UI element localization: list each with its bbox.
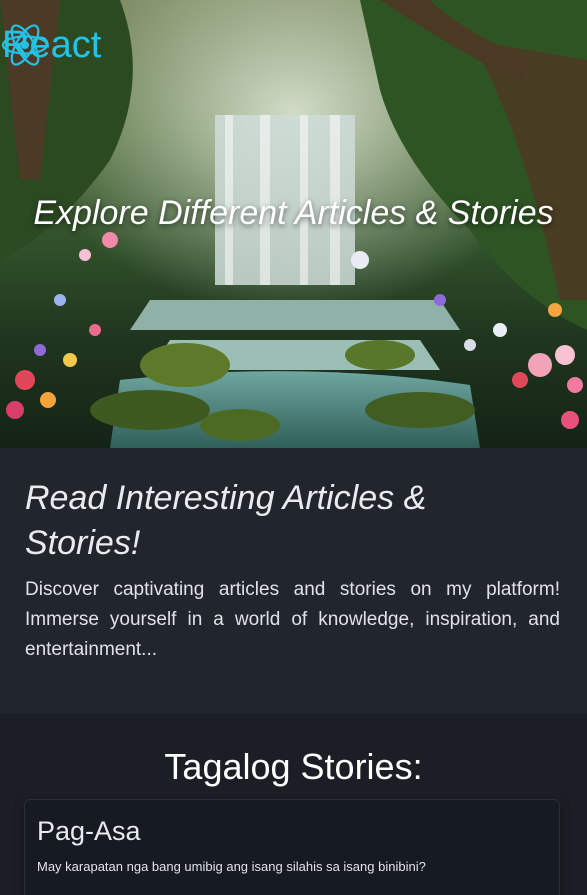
intro-section: Read Interesting Articles & Stories! Dis…: [0, 448, 587, 714]
page: React Explore Different Articles & Stori…: [0, 0, 587, 895]
section-title: Tagalog Stories:: [164, 746, 423, 787]
react-atom-icon: [1, 24, 49, 66]
intro-text: Discover captivating articles and storie…: [25, 579, 560, 660]
intro-heading: Read Interesting Articles & Stories!: [25, 479, 427, 562]
story-description: May karapatan nga bang umibig ang isang …: [37, 859, 426, 874]
hero-banner: React Explore Different Articles & Stori…: [0, 0, 587, 448]
story-card[interactable]: Pag-Asa May karapatan nga bang umibig an…: [25, 800, 559, 895]
hero-title: Explore Different Articles & Stories: [33, 194, 554, 232]
tagalog-stories-section: Tagalog Stories: Pag-Asa May karapatan n…: [0, 714, 587, 895]
story-title: Pag-Asa: [37, 816, 141, 846]
brand[interactable]: React: [0, 22, 101, 68]
